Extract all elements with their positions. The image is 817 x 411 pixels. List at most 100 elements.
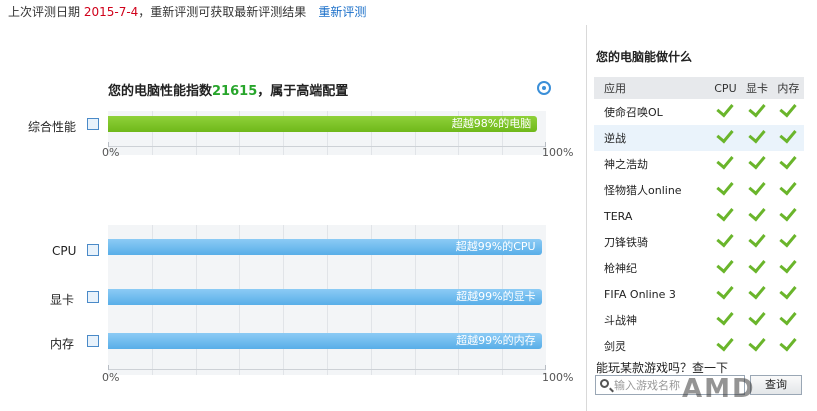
table-row[interactable]: FIFA Online 3 [594, 281, 804, 307]
game-name: 逆战 [594, 125, 710, 151]
overall-label: 综合性能 [28, 120, 77, 134]
check-icon [748, 151, 766, 170]
memory-support-cell [773, 177, 804, 203]
check-icon [748, 255, 766, 274]
memory-support-cell [773, 281, 804, 307]
cpu-support-cell [710, 177, 742, 203]
components-tick-min [108, 365, 109, 370]
overall-bar-text: 超越98%的电脑 [451, 117, 532, 130]
memory-support-cell [773, 255, 804, 281]
cpu-support-cell [710, 281, 742, 307]
components-axis [108, 369, 546, 370]
gpu-support-cell [741, 229, 772, 255]
cpu-support-cell [710, 255, 742, 281]
game-name: 刀锋铁骑 [604, 236, 648, 249]
game-name: 怪物猎人online [604, 184, 682, 197]
gpu-support-cell [741, 333, 772, 359]
column-header-gpu: 显卡 [741, 77, 773, 99]
last-test-prefix: 上次评测日期 [8, 5, 84, 19]
table-row[interactable]: 剑灵 [594, 333, 804, 359]
check-icon [748, 281, 766, 300]
game-name: 枪神纪 [604, 262, 637, 275]
cpu-icon [87, 244, 99, 256]
table-row[interactable]: 逆战 [594, 125, 804, 151]
cpu-support-cell [710, 203, 742, 229]
check-icon [779, 177, 797, 196]
gpu-bar: 超越99%的显卡 [108, 289, 542, 305]
cpu-label: CPU [52, 244, 77, 258]
gpu-support-cell [741, 281, 772, 307]
refresh-icon[interactable] [537, 81, 551, 95]
table-row[interactable]: 斗战神 [594, 307, 804, 333]
table-row[interactable]: 枪神纪 [594, 255, 804, 281]
last-test-suffix: ，重新评测可获取最新评测结果 [138, 5, 307, 19]
check-icon [716, 177, 735, 196]
column-header-cpu: CPU [709, 77, 742, 99]
table-row[interactable]: 使命召唤OL [594, 99, 804, 125]
check-icon [716, 229, 735, 248]
overall-axis [108, 146, 546, 147]
memory-bar-text: 超越99%的内存 [456, 334, 536, 347]
components-axis-max: 100% [542, 371, 574, 384]
check-icon [716, 281, 735, 300]
gpu-support-cell [741, 99, 772, 125]
clipboard-icon [87, 118, 99, 130]
check-icon [779, 281, 797, 300]
retest-link[interactable]: 重新评测 [318, 5, 366, 19]
check-icon [748, 99, 766, 118]
game-name: FIFA Online 3 [604, 287, 676, 301]
last-test-info: 上次评测日期 2015-7-4，重新评测可获取最新评测结果 重新评测 [8, 3, 366, 21]
last-test-date: 2015-7-4 [83, 5, 139, 19]
check-icon [779, 333, 797, 352]
overall-axis-max: 100% [542, 146, 574, 159]
game-name: 斗战神 [604, 314, 637, 327]
table-row[interactable]: 刀锋铁骑 [594, 229, 804, 255]
cpu-support-cell [710, 229, 742, 255]
gpu-icon [87, 291, 99, 303]
cpu-support-cell [710, 333, 742, 359]
score-title-prefix: 您的电脑性能指数 [108, 84, 213, 99]
cpu-support-cell [710, 151, 742, 177]
score-value: 21615 [212, 84, 258, 99]
overall-bar: 超越98%的电脑 [108, 116, 538, 132]
search-icon [600, 379, 609, 388]
table-row[interactable]: 怪物猎人online [594, 177, 804, 203]
cpu-support-cell [710, 307, 742, 333]
check-icon [748, 203, 766, 222]
check-icon [779, 203, 797, 222]
performance-panel: 您的电脑性能指数21615，属于高端配置 综合性能 超越98%的电脑 0% 10… [0, 25, 587, 411]
gpu-support-cell [741, 151, 772, 177]
gpu-support-cell [741, 203, 772, 229]
cpu-bar-text: 超越99%的CPU [455, 240, 536, 253]
table-row[interactable]: 神之浩劫 [594, 151, 804, 177]
check-icon [748, 125, 766, 144]
game-name: 剑灵 [604, 340, 626, 353]
check-icon [748, 177, 766, 196]
check-icon [716, 99, 735, 118]
game-name: 使命召唤OL [604, 106, 663, 119]
compatibility-sidebar: 您的电脑能做什么 应用 CPU 显卡 内存 使命召唤OL 逆战 神之浩劫 怪物猎人on… [592, 25, 817, 411]
memory-support-cell [773, 203, 804, 229]
memory-support-cell [773, 99, 804, 125]
check-icon [779, 151, 797, 170]
score-title-suffix: ，属于高端配置 [257, 84, 349, 99]
memory-label: 内存 [50, 337, 75, 351]
search-button[interactable]: 查询 [750, 375, 802, 395]
check-icon [716, 151, 735, 170]
check-icon [748, 229, 766, 248]
sidebar-title: 您的电脑能做什么 [596, 50, 693, 64]
check-icon [779, 229, 797, 248]
gpu-support-cell [741, 307, 772, 333]
components-axis-min: 0% [102, 371, 120, 384]
check-icon [716, 333, 735, 352]
check-icon [779, 307, 797, 326]
memory-support-cell [773, 151, 804, 177]
cpu-support-cell [709, 125, 742, 151]
gpu-label: 显卡 [50, 293, 75, 307]
memory-support-cell [773, 307, 804, 333]
check-icon [716, 307, 735, 326]
game-name: 神之浩劫 [604, 158, 648, 171]
memory-icon [87, 335, 99, 347]
table-row[interactable]: TERA [594, 203, 804, 229]
check-icon [779, 99, 797, 118]
